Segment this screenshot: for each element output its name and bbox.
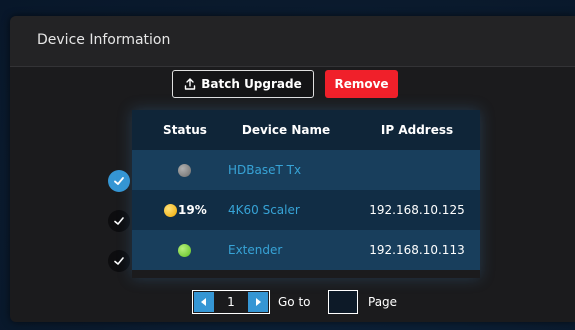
next-page-button[interactable] bbox=[248, 292, 268, 312]
panel-title: Device Information bbox=[37, 32, 171, 48]
table-header: Status Device Name IP Address bbox=[132, 110, 480, 150]
check-icon bbox=[114, 177, 124, 185]
page-label: Page bbox=[368, 295, 398, 309]
page-stepper: 1 bbox=[192, 290, 270, 314]
row-select-checkbox-3[interactable] bbox=[108, 250, 130, 272]
prev-page-button[interactable] bbox=[194, 292, 214, 312]
triangle-right-icon bbox=[256, 298, 261, 306]
table-row[interactable]: 19% 4K60 Scaler 192.168.10.125 bbox=[132, 190, 480, 230]
goto-page-input[interactable] bbox=[328, 290, 358, 314]
device-name-link[interactable]: 4K60 Scaler bbox=[228, 190, 300, 230]
app-background: Device Information Batch Upgrade Remove … bbox=[0, 0, 575, 330]
row-select-checkbox-1[interactable] bbox=[108, 170, 130, 192]
device-name-link[interactable]: HDBaseT Tx bbox=[228, 150, 301, 190]
triangle-left-icon bbox=[201, 298, 206, 306]
status-dot-icon bbox=[178, 243, 191, 257]
ip-address: 192.168.10.113 bbox=[369, 243, 465, 257]
column-header-status: Status bbox=[163, 123, 207, 137]
device-name-link[interactable]: Extender bbox=[228, 230, 282, 270]
goto-label: Go to bbox=[278, 295, 311, 309]
panel-header: Device Information bbox=[10, 16, 575, 67]
batch-upgrade-label: Batch Upgrade bbox=[201, 77, 302, 91]
column-header-device-name: Device Name bbox=[241, 123, 331, 137]
device-table: Status Device Name IP Address HDBaseT Tx… bbox=[132, 110, 480, 278]
column-header-ip-address: IP Address bbox=[380, 123, 454, 137]
check-icon bbox=[114, 217, 124, 225]
batch-upgrade-button[interactable]: Batch Upgrade bbox=[172, 70, 314, 98]
status-dot-icon bbox=[178, 163, 191, 177]
table-row[interactable]: Extender 192.168.10.113 bbox=[132, 230, 480, 270]
current-page-number: 1 bbox=[227, 295, 235, 309]
status-cell bbox=[178, 150, 191, 190]
status-cell bbox=[178, 230, 191, 270]
upgrade-progress: 19% bbox=[178, 203, 207, 217]
table-row[interactable]: HDBaseT Tx bbox=[132, 150, 480, 190]
remove-button[interactable]: Remove bbox=[325, 70, 398, 98]
row-select-checkbox-2[interactable] bbox=[108, 210, 130, 232]
upload-icon bbox=[184, 78, 196, 90]
status-dot-icon bbox=[164, 203, 177, 217]
ip-address: 192.168.10.125 bbox=[369, 203, 465, 217]
check-icon bbox=[114, 257, 124, 265]
status-cell: 19% bbox=[164, 190, 207, 230]
